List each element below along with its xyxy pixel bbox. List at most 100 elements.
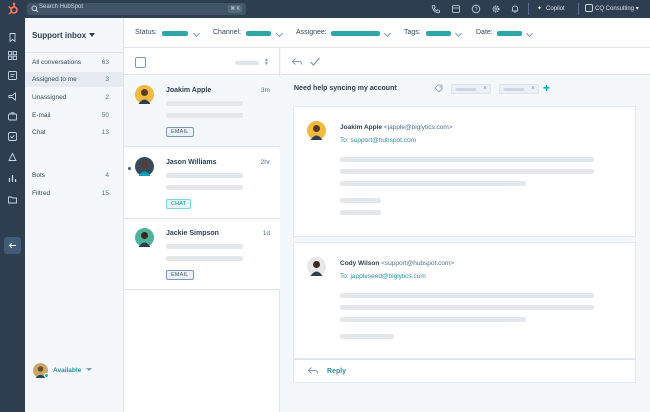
contact-name: Joakim Apple xyxy=(166,87,212,94)
online-status-dot xyxy=(44,373,49,378)
message-body-placeholder xyxy=(340,198,381,203)
chevron-down-icon xyxy=(275,29,284,38)
topbar-divider xyxy=(578,3,579,15)
channel-badge: EMAIL xyxy=(166,270,194,280)
phone-icon[interactable] xyxy=(431,4,441,14)
select-all-checkbox[interactable] xyxy=(135,57,146,68)
availability-label: Available xyxy=(53,367,82,374)
tag-chip[interactable]: × xyxy=(499,84,539,94)
thread-toolbar xyxy=(281,48,650,75)
bookmark-icon[interactable] xyxy=(7,32,18,43)
view-email[interactable]: E-mail 50 xyxy=(25,108,123,123)
avatar xyxy=(307,257,326,276)
reporting-chart-icon[interactable] xyxy=(7,173,18,184)
view-assigned-to-me[interactable]: Assigned to me 3 xyxy=(25,72,123,87)
chevron-down-icon xyxy=(86,368,92,371)
view-all-conversations[interactable]: All conversations 63 xyxy=(25,55,123,70)
channel-badge: EMAIL xyxy=(166,127,194,137)
view-filtred[interactable]: Filtred 15 xyxy=(25,186,123,201)
sort-arrows-icon[interactable]: ▲ ▼ xyxy=(264,58,269,67)
preview-placeholder xyxy=(166,256,243,261)
account-icon xyxy=(585,4,593,13)
contact-name: Jason Williams xyxy=(166,159,217,166)
message-body-placeholder xyxy=(340,334,394,339)
reply-button[interactable]: Reply xyxy=(293,359,636,383)
chevron-down-icon xyxy=(383,29,392,38)
sales-icon[interactable] xyxy=(7,111,18,122)
avatar xyxy=(135,228,154,247)
conversation-item[interactable]: Joakim Apple 3m EMAIL xyxy=(124,76,280,147)
preview-placeholder xyxy=(166,101,243,106)
message-body-placeholder xyxy=(340,157,594,162)
marketplace-icon[interactable] xyxy=(451,4,461,14)
marketing-megaphone-icon[interactable] xyxy=(7,91,18,102)
conversation-item[interactable]: Jackie Simpson 1d EMAIL xyxy=(124,219,280,290)
conversation-list-header: ▲ ▼ xyxy=(124,48,280,75)
automation-icon[interactable] xyxy=(7,152,18,163)
settings-gear-icon[interactable] xyxy=(491,4,501,14)
filter-value-chip xyxy=(331,31,380,36)
notifications-bell-icon[interactable] xyxy=(510,4,520,14)
conversation-item[interactable]: Jason Williams 2hr CHAT xyxy=(124,148,280,219)
avatar xyxy=(307,121,326,140)
hubspot-logo-icon[interactable] xyxy=(6,2,20,16)
view-chat[interactable]: Chat 13 xyxy=(25,125,123,140)
filter-bar: Status: Channel: Assignee: Tags: Date: xyxy=(124,18,650,48)
message-sender: Joakim Apple <japple@biglytics.com> xyxy=(340,124,453,131)
email-message: Joakim Apple <japple@biglytics.com> To: … xyxy=(293,106,636,237)
arrow-left-icon xyxy=(8,242,16,249)
divider xyxy=(25,52,123,53)
view-unassigned[interactable]: Unassigned 2 xyxy=(25,90,123,105)
sort-dropdown[interactable] xyxy=(235,61,259,65)
sparkle-icon: ✦ xyxy=(537,6,543,12)
copilot-label: Copilot xyxy=(546,6,565,12)
conversation-thread: Need help syncing my account × × + Joaki… xyxy=(281,48,650,412)
top-navigation-bar: Search HubSpot ⌘ K ? ✦ Copilot CQ Consult… xyxy=(0,0,650,18)
view-bots[interactable]: Bots 4 xyxy=(25,168,123,183)
message-body-placeholder xyxy=(340,210,381,215)
inbox-title[interactable]: Support inbox xyxy=(32,31,86,40)
copilot-button[interactable]: ✦ Copilot xyxy=(537,3,565,15)
service-icon[interactable] xyxy=(7,131,18,142)
preview-placeholder xyxy=(166,113,243,118)
reply-label: Reply xyxy=(327,368,347,375)
nav-collapse-button[interactable] xyxy=(4,237,21,254)
filter-value-chip xyxy=(497,31,522,36)
remove-tag-icon[interactable]: × xyxy=(483,85,487,92)
thread-subject: Need help syncing my account xyxy=(294,85,397,92)
chevron-down-icon xyxy=(454,29,463,38)
remove-tag-icon[interactable]: × xyxy=(531,85,535,92)
unread-dot xyxy=(128,167,131,170)
add-tag-plus-icon[interactable]: + xyxy=(543,81,550,95)
account-label: CQ Consulting xyxy=(595,6,635,12)
search-icon xyxy=(31,5,39,13)
account-menu[interactable]: CQ Consulting ▾ xyxy=(585,3,639,15)
message-body-placeholder xyxy=(340,293,594,298)
tag-icon[interactable] xyxy=(434,84,443,93)
preview-placeholder xyxy=(166,244,243,249)
search-placeholder: Search HubSpot xyxy=(39,4,84,10)
search-shortcut: ⌘ K xyxy=(228,5,242,13)
reply-arrow-icon[interactable] xyxy=(291,57,303,67)
chevron-down-icon xyxy=(192,29,201,38)
inbox-dropdown-caret-icon[interactable] xyxy=(89,33,95,37)
message-body-placeholder xyxy=(340,305,594,310)
svg-text:?: ? xyxy=(475,7,478,13)
help-icon[interactable]: ? xyxy=(471,4,481,14)
tag-chip[interactable]: × xyxy=(451,84,491,94)
left-navigation-rail xyxy=(0,18,25,412)
contacts-icon[interactable] xyxy=(7,70,18,81)
folder-icon[interactable] xyxy=(7,194,18,205)
message-recipient: To: support@hubspot.com xyxy=(340,137,416,144)
email-message: Cody Wilson <support@hubspot.com> To: ja… xyxy=(293,242,636,359)
filter-value-chip xyxy=(426,31,451,36)
message-body-placeholder xyxy=(340,317,526,322)
message-body-placeholder xyxy=(340,169,594,174)
search-bar[interactable]: Search HubSpot ⌘ K xyxy=(27,3,246,15)
checkmark-icon[interactable] xyxy=(309,56,321,67)
conversation-list: ▲ ▼ Joakim Apple 3m EMAIL Jason Williams … xyxy=(124,48,280,412)
timestamp: 3m xyxy=(260,87,270,94)
inbox-sidebar: Support inbox All conversations 63 Assig… xyxy=(25,18,124,412)
preview-placeholder xyxy=(166,173,243,178)
dashboard-icon[interactable] xyxy=(7,50,18,61)
